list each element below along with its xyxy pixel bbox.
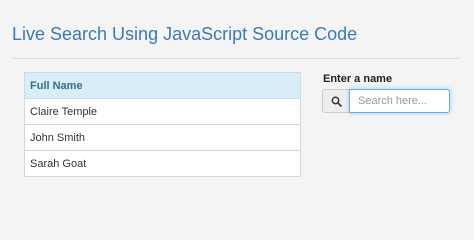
- name-cell: Sarah Goat: [24, 150, 301, 177]
- search-icon: [322, 89, 349, 113]
- search-label: Enter a name: [323, 73, 393, 85]
- table-row: John Smith: [24, 124, 301, 151]
- search-input[interactable]: [349, 89, 450, 113]
- name-cell: Claire Temple: [24, 98, 301, 125]
- names-table: Full Name Claire Temple John Smith Sarah…: [24, 72, 301, 177]
- title-divider: [12, 58, 460, 59]
- column-header-full-name: Full Name: [24, 72, 301, 99]
- search-group: [322, 89, 450, 113]
- table-row: Sarah Goat: [24, 150, 301, 177]
- name-cell: John Smith: [24, 124, 301, 151]
- table-row: Claire Temple: [24, 98, 301, 125]
- page-title: Live Search Using JavaScript Source Code: [12, 24, 358, 44]
- table-header-row: Full Name: [24, 72, 301, 99]
